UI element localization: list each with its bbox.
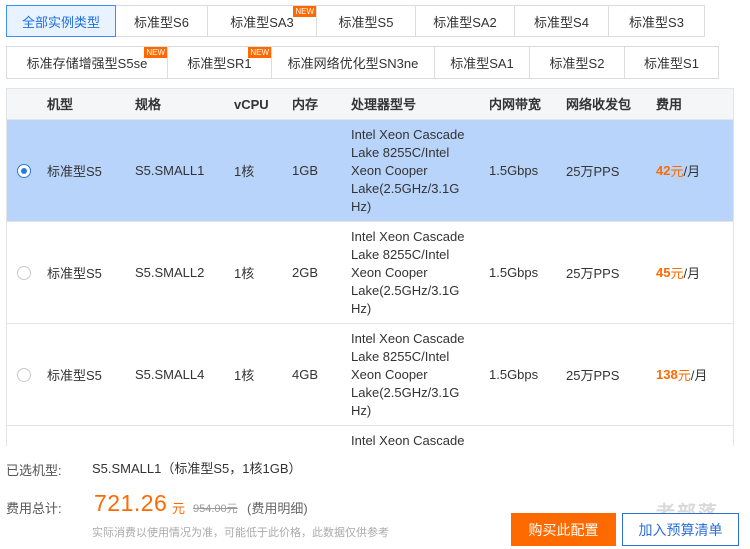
header-bandwidth: 内网带宽: [489, 97, 542, 112]
header-pps: 网络收发包: [566, 97, 632, 112]
table-row[interactable]: 标准型S5 S5.SMALL2 1核 2GB Intel Xeon Cascad…: [7, 222, 733, 324]
tab-s6[interactable]: 标准型S6: [115, 5, 208, 37]
order-summary: 已选机型: S5.SMALL1（标准型S5，1核1GB） 费用总计: 721.2…: [0, 446, 750, 549]
cell-pps: 25万PPS: [566, 266, 620, 281]
header-spec: 规格: [135, 97, 162, 112]
header-price: 费用: [656, 97, 683, 112]
cell-vcpu: 1核: [234, 368, 255, 383]
total-cost-label: 费用总计:: [6, 501, 62, 516]
table-row[interactable]: Intel Xeon Cascade: [7, 426, 733, 446]
original-price: 954.00元: [193, 503, 238, 515]
tab-s2[interactable]: 标准型S2: [529, 46, 625, 79]
cell-memory: 1GB: [292, 163, 319, 178]
table-row[interactable]: 标准型S5 S5.SMALL4 1核 4GB Intel Xeon Cascad…: [7, 324, 733, 426]
cell-pps: 25万PPS: [566, 164, 620, 179]
tab-s4[interactable]: 标准型S4: [514, 5, 609, 37]
cell-spec: S5.SMALL1: [135, 163, 205, 178]
cell-memory: 2GB: [292, 265, 319, 280]
table-header: 机型 规格 vCPU 内存 处理器型号 内网带宽 网络收发包 费用: [7, 88, 733, 120]
instance-type-tabs-row-1: 全部实例类型 标准型S6 标准型SA3 NEW 标准型S5 标准型SA2 标准型S…: [6, 5, 705, 37]
cell-price: 45 元/月: [656, 265, 701, 281]
selected-model-value: S5.SMALL1（标准型S5，1核1GB）: [92, 461, 302, 476]
cell-cpu-model: Intel Xeon Cascade Lake 8255C/Intel Xeon…: [351, 229, 465, 316]
cell-model: 标准型S5: [47, 164, 102, 179]
new-badge: NEW: [248, 47, 271, 58]
cell-vcpu: 1核: [234, 266, 255, 281]
tab-s3[interactable]: 标准型S3: [608, 5, 705, 37]
tab-all-types[interactable]: 全部实例类型: [6, 5, 116, 37]
cell-cpu-model: Intel Xeon Cascade: [351, 433, 465, 446]
instance-spec-table: 机型 规格 vCPU 内存 处理器型号 内网带宽 网络收发包 费用 标准型S5 …: [6, 88, 734, 446]
cell-price: 42 元/月: [656, 163, 701, 179]
total-cost-unit: 元: [172, 501, 186, 516]
cost-detail-link[interactable]: (费用明细): [247, 498, 308, 517]
tab-s1[interactable]: 标准型S1: [624, 46, 719, 79]
tab-sa1[interactable]: 标准型SA1: [434, 46, 530, 79]
row-radio[interactable]: [17, 266, 31, 280]
price-disclaimer: 实际消费以使用情况为准，可能低于此价格，此数据仅供参考: [92, 527, 389, 539]
cell-cpu-model: Intel Xeon Cascade Lake 8255C/Intel Xeon…: [351, 127, 465, 214]
cell-bandwidth: 1.5Gbps: [489, 367, 539, 382]
tab-sr1[interactable]: 标准型SR1 NEW: [167, 46, 272, 79]
tab-sn3ne[interactable]: 标准网络优化型SN3ne: [271, 46, 435, 79]
cell-model: 标准型S5: [47, 368, 102, 383]
selected-model-label: 已选机型:: [6, 463, 62, 478]
cell-bandwidth: 1.5Gbps: [489, 265, 539, 280]
cell-pps: 25万PPS: [566, 368, 620, 383]
table-row[interactable]: 标准型S5 S5.SMALL1 1核 1GB Intel Xeon Cascad…: [7, 120, 733, 222]
add-to-budget-button[interactable]: 加入预算清单: [622, 513, 739, 546]
header-cpu-model: 处理器型号: [351, 97, 417, 112]
row-radio[interactable]: [17, 164, 31, 178]
tab-s5[interactable]: 标准型S5: [316, 5, 416, 37]
tab-s5se[interactable]: 标准存储增强型S5se NEW: [6, 46, 168, 79]
total-cost-value: 721.26: [94, 490, 168, 516]
cell-model: 标准型S5: [47, 266, 102, 281]
cell-vcpu: 1核: [234, 164, 255, 179]
cell-spec: S5.SMALL4: [135, 367, 205, 382]
cell-spec: S5.SMALL2: [135, 265, 205, 280]
cell-cpu-model: Intel Xeon Cascade Lake 8255C/Intel Xeon…: [351, 331, 465, 418]
new-badge: NEW: [144, 47, 167, 58]
header-model: 机型: [47, 97, 74, 112]
header-memory: 内存: [292, 97, 319, 112]
row-radio[interactable]: [17, 368, 31, 382]
cell-bandwidth: 1.5Gbps: [489, 163, 539, 178]
buy-config-button[interactable]: 购买此配置: [511, 513, 616, 546]
cell-price: 138 元/月: [656, 367, 708, 383]
instance-type-tabs-row-2: 标准存储增强型S5se NEW 标准型SR1 NEW 标准网络优化型SN3ne 标准…: [6, 46, 719, 79]
header-vcpu: vCPU: [234, 97, 269, 112]
tab-sa2[interactable]: 标准型SA2: [415, 5, 515, 37]
cell-memory: 4GB: [292, 367, 319, 382]
new-badge: NEW: [293, 6, 316, 17]
tab-sa3[interactable]: 标准型SA3 NEW: [207, 5, 317, 37]
